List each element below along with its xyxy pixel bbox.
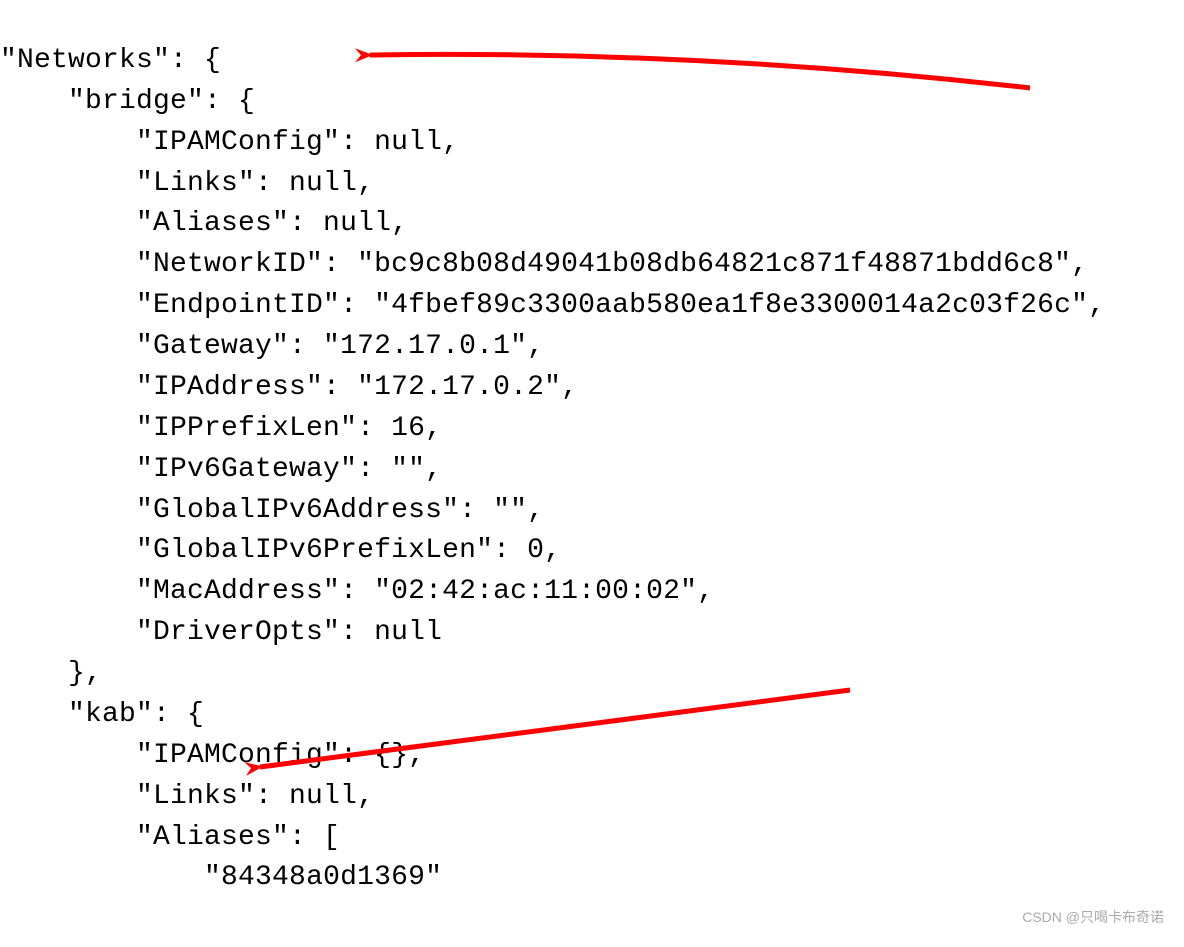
code-line: "DriverOpts": null (0, 617, 442, 648)
code-line: "IPAddress": "172.17.0.2", (0, 372, 578, 403)
code-line: "IPAMConfig": {}, (0, 740, 425, 771)
code-line: "Networks": { (0, 45, 221, 76)
code-line: "Aliases": [ (0, 822, 340, 853)
watermark-text: CSDN @只喝卡布奇诺 (1022, 907, 1164, 927)
code-line: "IPPrefixLen": 16, (0, 413, 442, 444)
code-line: "IPv6Gateway": "", (0, 454, 442, 485)
code-line-kab: "kab": { (0, 699, 204, 730)
code-line: "EndpointID": "4fbef89c3300aab580ea1f8e3… (0, 290, 1105, 321)
code-line: "Aliases": null, (0, 208, 408, 239)
code-line: "Links": null, (0, 168, 374, 199)
code-line-bridge: "bridge": { (0, 86, 255, 117)
code-line: "GlobalIPv6PrefixLen": 0, (0, 535, 561, 566)
code-line: "84348a0d1369" (0, 862, 442, 893)
code-line: "IPAMConfig": null, (0, 127, 459, 158)
json-code-block: "Networks": { "bridge": { "IPAMConfig": … (0, 0, 1184, 940)
code-line: }, (0, 658, 102, 689)
code-line: "MacAddress": "02:42:ac:11:00:02", (0, 576, 714, 607)
code-line: "GlobalIPv6Address": "", (0, 495, 544, 526)
json-screenshot-page: "Networks": { "bridge": { "IPAMConfig": … (0, 0, 1184, 947)
code-line: "NetworkID": "bc9c8b08d49041b08db64821c8… (0, 249, 1088, 280)
code-line: "Links": null, (0, 781, 374, 812)
code-line: "Gateway": "172.17.0.1", (0, 331, 544, 362)
